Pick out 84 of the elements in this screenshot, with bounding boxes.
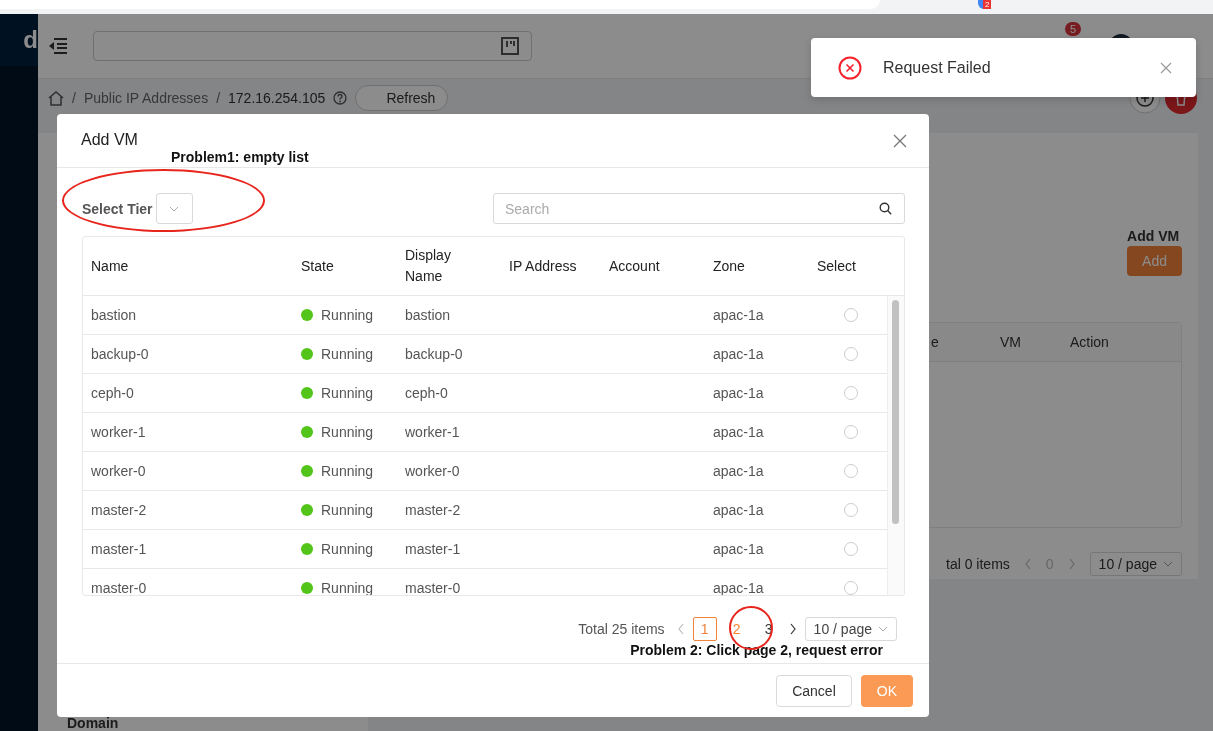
column-header: Action: [1070, 334, 1110, 350]
home-icon[interactable]: [48, 90, 64, 106]
error-icon: [838, 55, 862, 80]
column-header: Account: [609, 256, 661, 276]
status-text: Running: [321, 580, 374, 595]
table-cell-text: ceph-0: [90, 385, 135, 401]
table-cell-text: master-0: [90, 580, 148, 595]
menu-icon[interactable]: [48, 38, 68, 54]
column-header: IP Address: [509, 256, 578, 276]
table-cell-text: apac-1a: [713, 424, 765, 440]
breadcrumb-separator: /: [72, 90, 76, 106]
table-cell-text: master-0: [405, 580, 462, 595]
breadcrumb-link[interactable]: Public IP Addresses: [83, 90, 209, 106]
field-label: Select Tier: [82, 200, 153, 217]
search-icon[interactable]: [879, 202, 892, 215]
help-icon[interactable]: [333, 91, 348, 105]
table-cell-text: worker-1: [90, 424, 147, 440]
table-cell-text: apac-1a: [713, 385, 765, 401]
extension-badge: 2: [983, 0, 992, 9]
column-header: Display Name: [405, 246, 452, 286]
prev-page-icon[interactable]: [676, 623, 685, 635]
table-cell-text: ceph-0: [405, 385, 449, 401]
table-cell-text: backup-0: [405, 346, 464, 362]
status-text: Running: [321, 463, 374, 479]
logo: d: [23, 27, 38, 53]
table-cell-text: master-1: [405, 541, 462, 557]
page-button[interactable]: 1: [692, 617, 717, 641]
total-count: tal 0 items: [946, 556, 1010, 572]
table-cell-text: master-1: [90, 541, 148, 557]
table-cell-text: bastion: [405, 307, 452, 323]
status-text: Running: [321, 502, 374, 518]
table-cell-text: worker-0: [90, 463, 147, 479]
field-label: Add VM: [1127, 228, 1180, 244]
search-field[interactable]: Search: [493, 193, 905, 224]
page-size-select[interactable]: 10 / page: [1089, 552, 1182, 576]
toast-message: Request Failed: [883, 58, 991, 77]
status-text: Running: [321, 307, 374, 323]
page-size-select[interactable]: 10 / page: [804, 617, 897, 641]
total-count: Total 25 items: [578, 621, 665, 637]
cancel-button[interactable]: Cancel: [776, 674, 852, 707]
table-cell-text: apac-1a: [713, 307, 765, 323]
notification-badge: 5: [1065, 22, 1082, 36]
annotation-text: Problem1: empty list: [171, 149, 309, 165]
tier-select[interactable]: [155, 193, 193, 224]
add-button[interactable]: Add: [1127, 246, 1182, 276]
breadcrumb-separator: /: [216, 90, 221, 106]
caret-icon: [878, 626, 888, 632]
status-text: Running: [321, 424, 374, 440]
breadcrumb-current: 172.16.254.105: [228, 90, 326, 106]
close-icon[interactable]: [1160, 61, 1172, 74]
ok-button[interactable]: OK: [860, 674, 913, 707]
table-cell-text: apac-1a: [713, 346, 765, 362]
table-cell-text: worker-0: [405, 463, 461, 479]
table-cell-text: apac-1a: [713, 502, 765, 518]
table-cell-text: master-2: [405, 502, 462, 518]
column-header: VM: [1000, 334, 1022, 350]
table-cell-text: worker-1: [405, 424, 461, 440]
table-cell-text: apac-1a: [713, 463, 765, 479]
column-header: Select: [817, 256, 857, 276]
status-text: Running: [321, 346, 374, 362]
section-label: Domain: [67, 715, 120, 731]
caret-icon: [169, 205, 180, 212]
status-text: Running: [321, 385, 374, 401]
status-text: Running: [321, 541, 374, 557]
table-cell-text: apac-1a: [713, 580, 765, 595]
next-page-icon[interactable]: [788, 623, 797, 635]
board-icon[interactable]: [501, 37, 519, 55]
column-header: e: [931, 334, 940, 350]
column-header: Zone: [713, 256, 746, 276]
search-field[interactable]: [93, 31, 532, 61]
close-icon[interactable]: [893, 133, 907, 148]
column-header: Name: [90, 256, 130, 276]
dialog-title: Add VM: [81, 131, 138, 149]
page-button[interactable]: 2: [724, 617, 749, 641]
column-header: State: [301, 256, 335, 276]
table-cell-text: master-2: [90, 502, 148, 518]
table-cell-text: bastion: [90, 307, 138, 323]
refresh-button[interactable]: Refresh: [355, 85, 449, 111]
table-cell-text: backup-0: [90, 346, 150, 362]
prev-page-icon[interactable]: [1023, 558, 1032, 570]
scrollbar[interactable]: [887, 296, 904, 595]
table-cell-text: apac-1a: [713, 541, 765, 557]
extension-icon[interactable]: 2: [978, 0, 990, 9]
caret-icon: [1163, 561, 1173, 567]
